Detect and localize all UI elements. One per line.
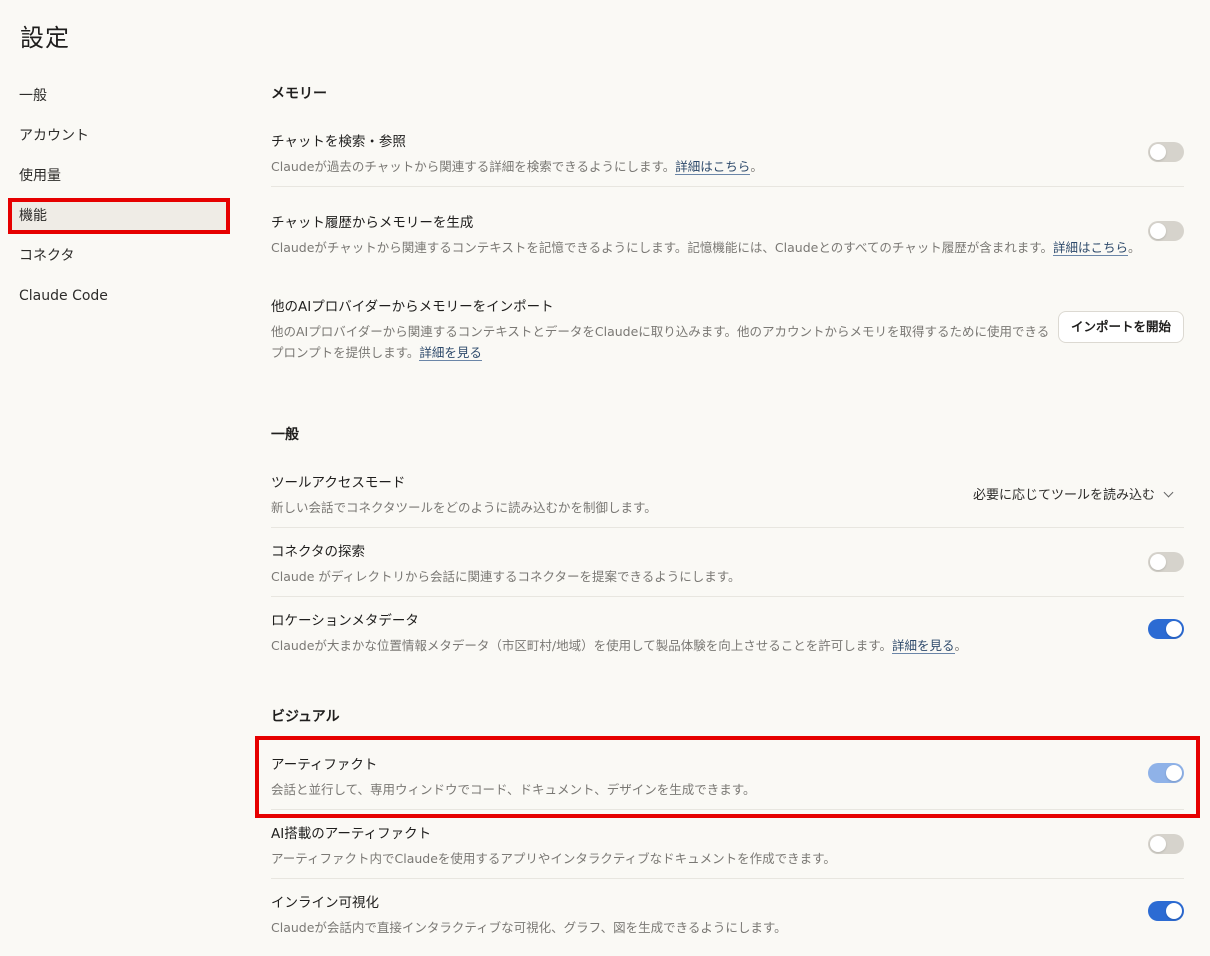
- section-title-general: 一般: [271, 427, 299, 443]
- sidebar-item-usage[interactable]: 使用量: [8, 158, 230, 194]
- setting-description: アーティファクト内でClaudeを使用するアプリやインタラクティブなドキュメント…: [271, 851, 836, 866]
- toggle-knob: [1166, 903, 1182, 919]
- chat-search-toggle[interactable]: [1148, 142, 1184, 162]
- setting-description: 会話と並行して、専用ウィンドウでコード、ドキュメント、デザインを生成できます。: [271, 782, 756, 797]
- setting-title: アーティファクト: [271, 757, 378, 773]
- setting-row-artifacts: アーティファクト 会話と並行して、専用ウィンドウでコード、ドキュメント、デザイン…: [271, 753, 1184, 800]
- setting-title: チャットを検索・参照: [271, 134, 406, 150]
- toggle-knob: [1166, 621, 1182, 637]
- sidebar-item-features[interactable]: 機能: [8, 198, 230, 234]
- toggle-knob: [1150, 223, 1166, 239]
- toggle-knob: [1150, 836, 1166, 852]
- setting-title: ロケーションメタデータ: [271, 613, 419, 629]
- setting-row-location-metadata: ロケーションメタデータ Claudeが大まかな位置情報メタデータ（市区町村/地域…: [271, 609, 1184, 656]
- setting-description: Claudeがチャットから関連するコンテキストを記憶できるようにします。記憶機能…: [271, 240, 1141, 256]
- divider: [271, 596, 1184, 597]
- setting-row-ai-artifacts: AI搭載のアーティファクト アーティファクト内でClaudeを使用するアプリやイ…: [271, 822, 1184, 869]
- setting-title: チャット履歴からメモリーを生成: [271, 215, 474, 231]
- toggle-knob: [1150, 144, 1166, 160]
- sidebar-item-claude-code[interactable]: Claude Code: [8, 278, 230, 314]
- setting-description: Claudeが会話内で直接インタラクティブな可視化、グラフ、図を生成できるように…: [271, 920, 787, 935]
- section-title-memory: メモリー: [271, 86, 327, 102]
- divider: [271, 878, 1184, 879]
- location-metadata-toggle[interactable]: [1148, 619, 1184, 639]
- setting-row-inline-visualization: インライン可視化 Claudeが会話内で直接インタラクティブな可視化、グラフ、図…: [271, 891, 1184, 938]
- section-title-visual: ビジュアル: [271, 709, 340, 725]
- sidebar-item-general[interactable]: 一般: [8, 78, 230, 114]
- start-import-button[interactable]: インポートを開始: [1057, 311, 1184, 343]
- divider: [271, 527, 1184, 528]
- learn-more-link[interactable]: 詳細はこちら: [1052, 240, 1128, 256]
- inline-visualization-toggle[interactable]: [1148, 901, 1184, 921]
- toggle-knob: [1166, 765, 1182, 781]
- setting-description: Claudeが過去のチャットから関連する詳細を検索できるようにします。詳細はこち…: [271, 159, 763, 175]
- setting-row-memory-generate: チャット履歴からメモリーを生成 Claudeがチャットから関連するコンテキストを…: [271, 211, 1184, 258]
- chevron-down-icon: [1163, 487, 1174, 498]
- setting-row-connector-discovery: コネクタの探索 Claude がディレクトリから会話に関連するコネクターを提案で…: [271, 540, 1184, 587]
- sidebar: 一般 アカウント 使用量 機能 コネクタ Claude Code: [8, 78, 230, 318]
- setting-description: 他のAIプロバイダーから関連するコンテキストとデータをClaudeに取り込みます…: [271, 324, 1050, 361]
- memory-generate-toggle[interactable]: [1148, 221, 1184, 241]
- setting-title: 他のAIプロバイダーからメモリーをインポート: [271, 299, 554, 315]
- learn-more-link[interactable]: 詳細はこちら: [675, 159, 751, 175]
- ai-artifacts-toggle[interactable]: [1148, 834, 1184, 854]
- sidebar-item-connectors[interactable]: コネクタ: [8, 238, 230, 274]
- setting-description: Claude がディレクトリから会話に関連するコネクターを提案できるようにします…: [271, 569, 741, 584]
- divider: [271, 809, 1184, 810]
- setting-title: インライン可視化: [271, 895, 379, 911]
- setting-description: Claudeが大まかな位置情報メタデータ（市区町村/地域）を使用して製品体験を向…: [271, 638, 968, 654]
- setting-row-memory-import: 他のAIプロバイダーからメモリーをインポート 他のAIプロバイダーから関連するコ…: [271, 295, 1051, 363]
- learn-more-link[interactable]: 詳細を見る: [419, 345, 482, 361]
- page-title: 設定: [20, 24, 70, 52]
- tool-access-select[interactable]: 必要に応じてツールを読み込む: [973, 484, 1174, 503]
- sidebar-item-account[interactable]: アカウント: [8, 118, 230, 154]
- connector-discovery-toggle[interactable]: [1148, 552, 1184, 572]
- divider: [271, 186, 1184, 187]
- setting-title: コネクタの探索: [271, 544, 365, 560]
- setting-title: AI搭載のアーティファクト: [271, 826, 432, 842]
- artifacts-toggle[interactable]: [1148, 763, 1184, 783]
- setting-row-chat-search: チャットを検索・参照 Claudeが過去のチャットから関連する詳細を検索できるよ…: [271, 130, 1184, 177]
- toggle-knob: [1150, 554, 1166, 570]
- learn-more-link[interactable]: 詳細を見る: [892, 638, 955, 654]
